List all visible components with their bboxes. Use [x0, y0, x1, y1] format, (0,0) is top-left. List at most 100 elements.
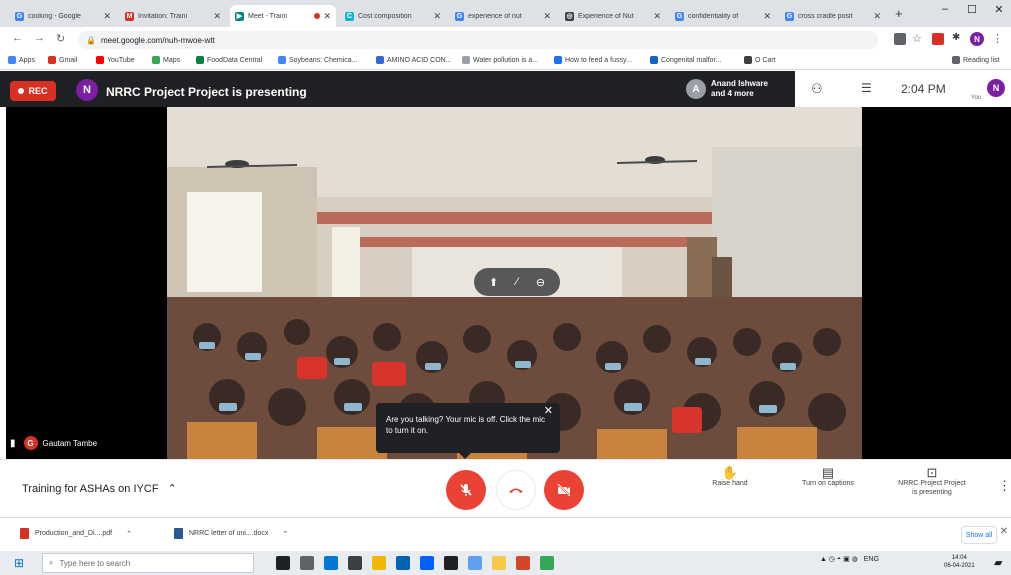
camera-toggle-button[interactable] — [544, 470, 584, 510]
powerpoint-icon[interactable] — [516, 556, 530, 570]
meet-top-right-panel: ⚇ ☰ 2:04 PM N You — [795, 71, 1011, 107]
people-icon[interactable]: ⚇ — [811, 81, 823, 97]
maximize-button[interactable]: ☐ — [957, 3, 987, 16]
close-tab-icon[interactable]: ✕ — [873, 11, 881, 22]
bookmark-favicon-icon — [462, 56, 470, 64]
close-tab-icon[interactable]: ✕ — [213, 11, 221, 22]
bookmark-item[interactable]: Congenital malfor... — [650, 56, 721, 64]
mute-tile-icon[interactable]: ⁄ — [516, 276, 518, 288]
extension-icon[interactable] — [932, 33, 944, 45]
meeting-details[interactable]: Training for ASHAs on IYCF ⌃ — [22, 482, 177, 495]
leave-call-button[interactable] — [496, 470, 536, 510]
new-tab-button[interactable]: + — [895, 6, 903, 21]
camera-in-use-icon[interactable] — [894, 33, 906, 45]
bookmark-item[interactable]: How to feed a fussy... — [554, 56, 632, 64]
raise-hand-button[interactable]: ✋ Raise hand — [700, 466, 760, 488]
browser-tab[interactable]: ◎ Experience of Nut ✕ — [560, 5, 666, 27]
forward-icon[interactable]: → — [34, 32, 45, 44]
bookmark-item[interactable]: Apps — [8, 56, 35, 64]
chevron-up-icon[interactable]: ⌃ — [126, 530, 132, 538]
browser-tab[interactable]: ▶ Meet - Traini ✕ — [230, 5, 336, 27]
language-indicator[interactable]: ENG — [864, 556, 879, 563]
bookmark-item[interactable]: YouTube — [96, 56, 135, 64]
close-tab-icon[interactable]: ✕ — [323, 11, 331, 22]
download-item[interactable]: NRRC letter of uni....docx ⌃ — [174, 528, 288, 539]
taskbar-clock[interactable]: 14:04 06-04-2021 — [944, 554, 975, 570]
bookmark-item[interactable]: O Cart — [744, 56, 776, 64]
close-tab-icon[interactable]: ✕ — [103, 11, 111, 22]
task-view-icon[interactable] — [300, 556, 314, 570]
reload-icon[interactable]: ↻ — [56, 32, 65, 45]
mic-toggle-button[interactable] — [446, 470, 486, 510]
close-shelf-icon[interactable]: ✕ — [1000, 526, 1008, 537]
close-tab-icon[interactable]: ✕ — [653, 11, 661, 22]
cortana-icon[interactable] — [276, 556, 290, 570]
bookmark-item[interactable]: AMINO ACID CON... — [376, 56, 452, 64]
chevron-up-icon[interactable]: ⌃ — [282, 530, 288, 538]
back-icon[interactable]: ← — [12, 32, 23, 44]
browser-tab[interactable]: Gexperience of nut ✕ — [450, 5, 556, 27]
profile-avatar[interactable]: N — [970, 32, 984, 46]
pin-icon[interactable]: ⬆ — [489, 276, 498, 289]
bookmark-label: How to feed a fussy... — [565, 56, 632, 64]
browser-menu-icon[interactable]: ⋮ — [992, 32, 1003, 45]
tray-icons[interactable]: ▲ ◷ ◓ ▣ ◍ — [820, 555, 858, 563]
presenting-button[interactable]: ⊡ NRRC Project Project is presenting — [885, 466, 979, 497]
close-tab-icon[interactable]: ✕ — [543, 11, 551, 22]
bookmark-item[interactable]: Gmail — [48, 56, 77, 64]
chrome-icon[interactable] — [540, 556, 554, 570]
bookmark-star-icon[interactable]: ☆ — [912, 32, 922, 45]
participants-summary[interactable]: Anand Ishware and 4 more — [711, 79, 768, 99]
chat-icon[interactable]: ☰ — [861, 81, 872, 95]
windows-start-icon[interactable]: ⊞ — [14, 556, 24, 570]
more-options-icon[interactable]: ⊖ — [536, 276, 545, 289]
bookmark-label: Congenital malfor... — [661, 56, 722, 64]
self-avatar[interactable]: N — [987, 79, 1005, 97]
tooltip-close-icon[interactable]: ✕ — [544, 406, 553, 417]
minimize-button[interactable]: – — [930, 3, 960, 15]
pin-speaker-icon[interactable]: ▮ — [10, 438, 16, 449]
reading-list-button[interactable]: Reading list — [952, 56, 1000, 64]
participant-avatar[interactable]: A — [686, 79, 706, 99]
bookmark-item[interactable]: Soybeans: Chemica... — [278, 56, 357, 64]
address-bar[interactable]: 🔒 meet.google.com/nuh-mwoe-wtt — [78, 31, 878, 49]
file-explorer-icon[interactable] — [372, 556, 386, 570]
browser-tab[interactable]: Gcross cradle posit ✕ — [780, 5, 886, 27]
bookmark-item[interactable]: Water pollution is a... — [462, 56, 538, 64]
close-window-button[interactable]: ✕ — [984, 3, 1011, 16]
tab-title: Meet - Traini — [248, 12, 287, 20]
search-icon: ⌕ — [49, 558, 54, 567]
app-icon[interactable] — [444, 556, 458, 570]
bookmark-label: Water pollution is a... — [473, 56, 539, 64]
browser-toolbar: ← → ↻ 🔒 meet.google.com/nuh-mwoe-wtt ☆ ✱… — [0, 27, 1011, 53]
close-tab-icon[interactable]: ✕ — [433, 11, 441, 22]
browser-tab[interactable]: Gconfidentiality of ✕ — [670, 5, 776, 27]
close-tab-icon[interactable]: ✕ — [763, 11, 771, 22]
sticky-notes-icon[interactable] — [492, 556, 506, 570]
mail-icon[interactable] — [396, 556, 410, 570]
recording-indicator-icon — [314, 13, 321, 19]
chevron-up-icon: ⌃ — [167, 483, 177, 495]
bookmark-item[interactable]: Maps — [152, 56, 180, 64]
captions-button[interactable]: ▤ Turn on captions — [790, 466, 866, 488]
photos-icon[interactable] — [468, 556, 482, 570]
show-all-button[interactable]: Show all — [961, 526, 997, 544]
download-item[interactable]: Production_and_Di....pdf ⌃ — [20, 528, 132, 539]
browser-tab[interactable]: Gcooking - Google ✕ — [10, 5, 116, 27]
edge-icon[interactable] — [324, 556, 338, 570]
more-actions-icon[interactable]: ⋮ — [998, 478, 1011, 494]
camera-off-icon — [557, 483, 571, 497]
tab-favicon-icon: ▶ — [235, 11, 244, 21]
browser-tab[interactable]: M Invitation: Traini ✕ — [120, 5, 226, 27]
extensions-puzzle-icon[interactable]: ✱ — [952, 32, 960, 43]
tab-title: Cost composition — [358, 12, 412, 20]
bookmark-favicon-icon — [278, 56, 286, 64]
store-icon[interactable] — [348, 556, 362, 570]
reading-list-icon — [952, 56, 960, 64]
bookmark-favicon-icon — [48, 56, 56, 64]
taskbar-search-input[interactable]: ⌕ Type here to search — [42, 553, 254, 573]
bookmark-item[interactable]: FoodData Central — [196, 56, 262, 64]
browser-tab[interactable]: C Cost composition ✕ — [340, 5, 446, 27]
notifications-icon[interactable]: ▰ — [994, 556, 1002, 569]
dropbox-icon[interactable] — [420, 556, 434, 570]
